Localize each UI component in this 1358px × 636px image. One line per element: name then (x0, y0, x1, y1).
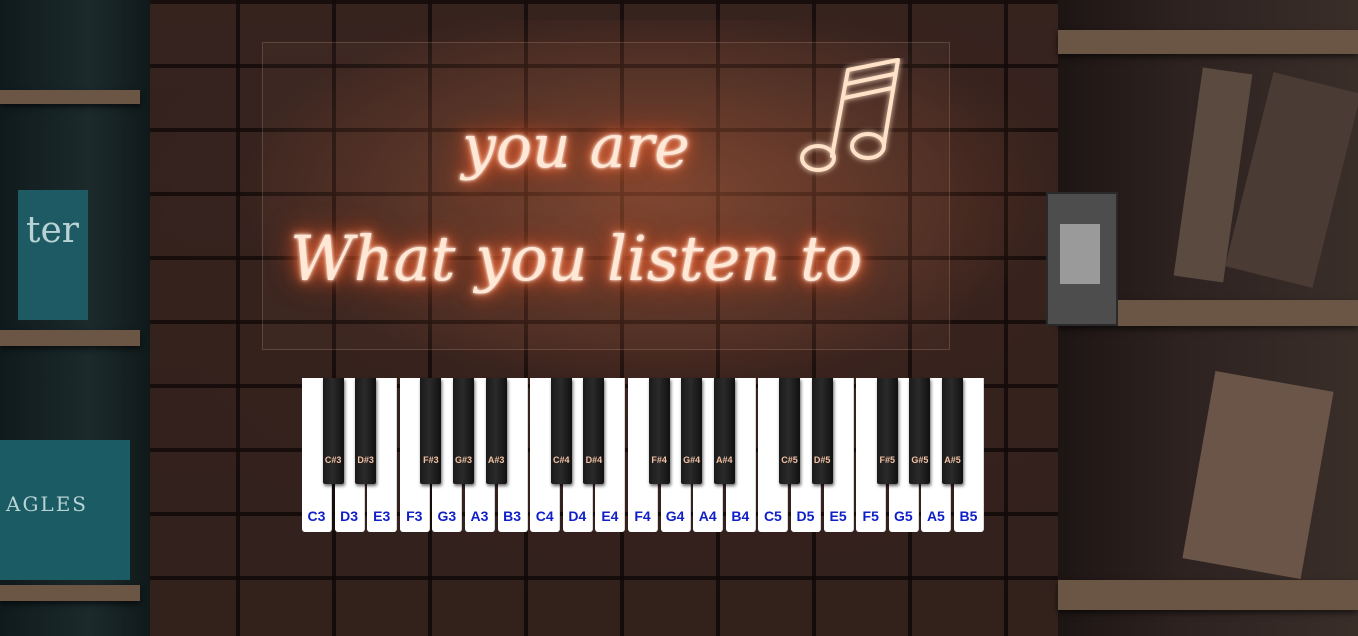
key-label: B3 (503, 508, 522, 524)
piano-key-f-sharp3[interactable]: F#3 (420, 378, 442, 484)
album-title: AGLES (6, 492, 89, 516)
key-label: B5 (959, 508, 978, 524)
piano-key-a-sharp4[interactable]: A#4 (713, 378, 735, 484)
shelf-board (1058, 580, 1358, 610)
piano-key-d-sharp4[interactable]: D#4 (583, 378, 605, 484)
key-label: D#5 (813, 455, 831, 465)
piano-key-a-sharp3[interactable]: A#3 (485, 378, 507, 484)
shelf-board (0, 330, 140, 346)
key-label: D5 (796, 508, 815, 524)
shelf-board (0, 90, 140, 104)
key-label: F4 (634, 508, 651, 524)
left-bookshelf: ter AGLES (0, 0, 150, 636)
key-label: F#3 (423, 455, 439, 465)
key-label: F5 (862, 508, 879, 524)
book-title: ter (26, 210, 79, 251)
key-label: G#3 (454, 455, 472, 465)
power-supply-box (1046, 192, 1118, 326)
record-sleeve (1182, 371, 1334, 579)
device-label (1060, 224, 1100, 284)
background-scene: ter AGLES you are What you listen to C3 … (0, 0, 1358, 636)
piano-key-f-sharp5[interactable]: F#5 (876, 378, 898, 484)
piano-key-c-sharp5[interactable]: C#5 (779, 378, 800, 484)
neon-sign-line-1: you are (462, 112, 690, 182)
key-label: C#3 (324, 455, 342, 465)
key-label: B4 (731, 508, 750, 524)
piano-key-g-sharp3[interactable]: G#3 (453, 378, 474, 484)
key-label: G#5 (911, 455, 929, 465)
key-label: E5 (829, 508, 847, 524)
piano-key-d-sharp3[interactable]: D#3 (355, 378, 377, 484)
key-label: D#3 (357, 455, 374, 465)
piano-key-g-sharp4[interactable]: G#4 (681, 378, 703, 484)
shelf-board (0, 585, 140, 601)
key-label: C#4 (553, 455, 570, 465)
key-label: C4 (535, 508, 554, 524)
key-label: A#3 (487, 455, 505, 465)
shelf-board (1058, 30, 1358, 54)
key-label: E4 (601, 508, 619, 524)
key-label: D#4 (585, 455, 603, 465)
key-label: C3 (307, 508, 326, 524)
piano-key-d-sharp5[interactable]: D#5 (811, 378, 833, 484)
key-label: D3 (340, 508, 359, 524)
piano-key-c-sharp3[interactable]: C#3 (322, 378, 344, 484)
key-label: F#5 (879, 455, 896, 465)
album-cover: AGLES (0, 440, 130, 580)
key-label: A3 (470, 508, 489, 524)
key-label: A4 (698, 508, 717, 524)
key-label: C5 (763, 508, 782, 524)
piano-key-f-sharp4[interactable]: F#4 (648, 378, 670, 484)
piano-key-c-sharp4[interactable]: C#4 (550, 378, 572, 484)
key-label: G3 (437, 508, 457, 524)
key-label: D4 (568, 508, 587, 524)
piano-key-a-sharp5[interactable]: A#5 (942, 378, 963, 484)
key-label: F3 (406, 508, 423, 524)
piano-key-g-sharp5[interactable]: G#5 (909, 378, 931, 484)
key-label: F#4 (651, 455, 667, 465)
piano-keyboard: C3 D3 E3 F3 G3 A3 B3 C4 D4 E4 F4 G4 A4 B4 C5 D5 E5 F5 G5 A5… (302, 378, 984, 532)
book-cover: ter (18, 190, 88, 320)
key-label: E3 (373, 508, 391, 524)
key-label: G#4 (683, 455, 701, 465)
key-label: A#4 (716, 455, 733, 465)
key-label: C#5 (781, 455, 798, 465)
key-label: A5 (926, 508, 945, 524)
music-note-icon (800, 58, 900, 172)
key-label: A#5 (944, 455, 961, 465)
neon-sign-line-2: What you listen to (290, 222, 863, 295)
key-label: G4 (665, 508, 685, 524)
key-label: G5 (893, 508, 913, 524)
